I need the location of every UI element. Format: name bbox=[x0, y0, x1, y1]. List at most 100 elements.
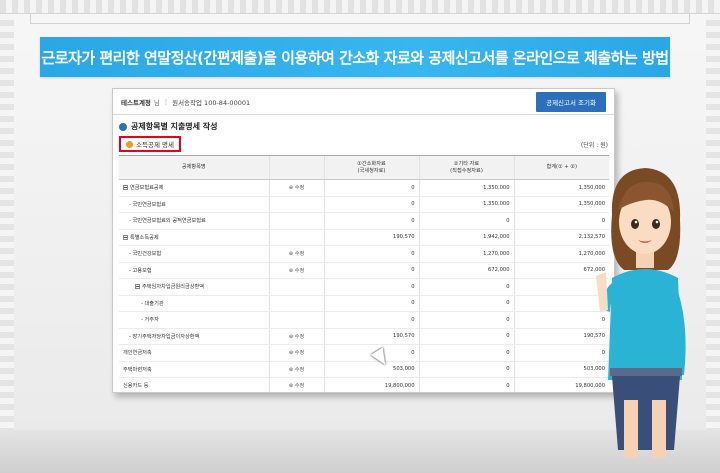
row-edit-action[interactable]: ⊕ 수정 bbox=[268, 344, 324, 362]
row-edit-action bbox=[268, 295, 324, 312]
row-value-b: 0 bbox=[418, 311, 514, 329]
row-item-name: 연금보험료공제 bbox=[119, 179, 269, 197]
row-value-b: 0 bbox=[418, 212, 514, 230]
card-header: 테스트계정 님 | 원서송작업 100-84-00001 공제신고서 조기화 bbox=[113, 89, 614, 115]
row-item-label: - 장기주택저당차입금이자상환액 bbox=[129, 333, 200, 340]
frame-top bbox=[0, 0, 720, 14]
table-row: - 국민건강보험 ⊕ 수정 0 1,270,000 1,270,000 bbox=[119, 245, 609, 263]
row-value-b: 0 bbox=[418, 295, 514, 312]
row-value-b: 0 bbox=[418, 278, 514, 296]
row-item-label: - 거주자 bbox=[141, 317, 159, 324]
row-edit-action bbox=[268, 311, 324, 329]
row-value-a: 190,570 bbox=[323, 229, 419, 246]
section-title: 공제항목별 지출명세 작성 bbox=[119, 121, 614, 132]
collapse-toggle-icon[interactable] bbox=[123, 234, 128, 240]
row-item-name: 개인연금저축 bbox=[119, 344, 269, 362]
row-item-label: - 고용보험 bbox=[129, 267, 152, 274]
row-item-name: 신용카드 등 bbox=[119, 377, 269, 392]
row-value-a: 0 bbox=[323, 295, 419, 312]
row-edit-action[interactable]: ⊕ 수정 bbox=[268, 361, 324, 378]
collapse-toggle-icon[interactable] bbox=[135, 284, 140, 290]
row-edit-action[interactable]: ⊕ 수정 bbox=[268, 377, 324, 392]
highlighted-subtitle: 소득공제 명세 bbox=[119, 136, 181, 152]
row-item-name: - 국민건강보험 bbox=[119, 245, 269, 263]
row-edit-action bbox=[268, 212, 324, 230]
row-edit-action[interactable]: ⊕ 수정 bbox=[268, 262, 324, 279]
row-edit-action[interactable]: ⊕ 수정 bbox=[268, 328, 324, 345]
banner-title: 근로자가 편리한 연말정산(간편제출)을 이용하여 간소화 자료와 공제신고서를… bbox=[41, 48, 669, 67]
collapse-toggle-icon[interactable] bbox=[123, 185, 128, 191]
row-item-name: 주택임차차입금원리금상환액 bbox=[119, 278, 269, 296]
header-other: ②기타 자료 (직접수정자료) bbox=[418, 155, 514, 180]
row-value-a: 0 bbox=[323, 278, 419, 296]
bullet-dot-icon bbox=[119, 122, 127, 131]
subtitle-text: 소득공제 명세 bbox=[136, 141, 174, 149]
row-item-name: - 대출기관 bbox=[119, 295, 269, 312]
row-value-b: 1,350,000 bbox=[418, 179, 514, 197]
row-item-label: - 국민연금보험료외 공적연금보험료 bbox=[129, 218, 206, 225]
table-row: - 고용보험 ⊕ 수정 0 672,000 672,000 bbox=[119, 262, 609, 279]
row-item-label: - 국민연금보험료 bbox=[129, 201, 166, 208]
row-item-label: 신용카드 등 bbox=[123, 383, 149, 390]
row-value-a: 0 bbox=[323, 344, 419, 362]
table-row: - 국민연금보험료외 공적연금보험료 0 0 0 bbox=[119, 212, 609, 230]
title-banner: 근로자가 편리한 연말정산(간편제출)을 이용하여 간소화 자료와 공제신고서를… bbox=[40, 37, 670, 77]
table-row: - 국민연금보험료 0 1,350,000 1,350,000 bbox=[119, 196, 609, 213]
row-value-b: 0 bbox=[418, 377, 514, 392]
table-row: 개인연금저축 ⊕ 수정 0 0 0 bbox=[119, 344, 609, 362]
row-item-label: 주택마련저축 bbox=[123, 366, 152, 373]
user-suffix: 님 bbox=[153, 98, 160, 107]
row-value-b: 1,270,000 bbox=[418, 245, 514, 263]
table-row: - 대출기관000 bbox=[119, 295, 609, 312]
row-value-a: 19,800,000 bbox=[323, 377, 419, 392]
row-item-name: - 국민연금보험료 bbox=[119, 196, 269, 213]
row-item-name: - 국민연금보험료외 공적연금보험료 bbox=[119, 212, 269, 230]
row-value-a: 0 bbox=[323, 196, 419, 213]
row-item-name: - 장기주택저당차입금이자상환액 bbox=[119, 328, 269, 345]
row-item-label: 특별소득공제 bbox=[130, 234, 159, 241]
table-row: 주택마련저축 ⊕ 수정 503,000 0 503,000 bbox=[119, 361, 609, 378]
row-value-b: 0 bbox=[418, 328, 514, 345]
row-edit-action[interactable]: ⊕ 수정 bbox=[268, 245, 324, 263]
row-value-b: 0 bbox=[418, 344, 514, 362]
registration-number: 원서송작업 100-84-00001 bbox=[172, 98, 251, 107]
row-value-a: 503,000 bbox=[323, 361, 419, 378]
table-row: 연금보험료공제 ⊕ 수정 0 1,350,000 1,350,000 bbox=[119, 179, 609, 197]
header-simplified: ①간소화자료 (국세청자료) bbox=[323, 155, 419, 180]
table-header-row: 공제항목명 ①간소화자료 (국세청자료) ②기타 자료 (직접수정자료) 합계(… bbox=[119, 155, 609, 180]
row-value-b: 1,350,000 bbox=[418, 196, 514, 213]
table-row: 신용카드 등 ⊕ 수정 19,800,000 0 19,800,000 bbox=[119, 377, 609, 392]
row-value-a: 0 bbox=[323, 179, 419, 197]
table-row: 특별소득공제 190,570 1,942,000 2,132,570 bbox=[119, 229, 609, 246]
row-item-name: - 거주자 bbox=[119, 311, 269, 329]
screen-card: 테스트계정 님 | 원서송작업 100-84-00001 공제신고서 조기화 공… bbox=[112, 88, 615, 393]
row-item-name: - 고용보험 bbox=[119, 262, 269, 279]
deduction-table: 공제항목명 ①간소화자료 (국세청자료) ②기타 자료 (직접수정자료) 합계(… bbox=[119, 155, 609, 392]
view-deduction-button[interactable]: 공제신고서 조기화 bbox=[536, 91, 606, 112]
row-item-name: 주택마련저축 bbox=[119, 361, 269, 378]
row-edit-action[interactable]: ⊕ 수정 bbox=[268, 179, 324, 197]
table-row: - 거주자 0 0 0 bbox=[119, 311, 609, 329]
user-name: 테스트계정 bbox=[121, 98, 151, 107]
row-item-label: 연금보험료공제 bbox=[130, 185, 164, 192]
row-edit-action bbox=[268, 278, 324, 296]
row-value-b: 1,942,000 bbox=[418, 229, 514, 246]
divider: | bbox=[164, 97, 168, 106]
row-item-label: 개인연금저축 bbox=[123, 350, 152, 357]
header-action bbox=[268, 155, 324, 180]
character-illustration bbox=[596, 168, 686, 458]
row-value-a: 0 bbox=[323, 245, 419, 263]
row-value-a: 0 bbox=[323, 212, 419, 230]
subtitle-row: 소득공제 명세 (단위 : 원) bbox=[119, 136, 608, 152]
circle-bullet-icon bbox=[126, 140, 133, 148]
row-item-label: - 국민건강보험 bbox=[129, 251, 162, 258]
row-value-a: 190,570 bbox=[323, 328, 419, 345]
row-item-label: 주택임차차입금원리금상환액 bbox=[142, 284, 205, 291]
section-title-text: 공제항목별 지출명세 작성 bbox=[131, 122, 218, 131]
unit-note: (단위 : 원) bbox=[580, 141, 608, 149]
row-edit-action bbox=[268, 196, 324, 213]
row-value-a: 0 bbox=[323, 311, 419, 329]
table-row: - 장기주택저당차입금이자상환액 ⊕ 수정 190,570 0 190,570 bbox=[119, 328, 609, 345]
table-row: 주택임차차입금원리금상환액000 bbox=[119, 278, 609, 296]
row-item-label: - 대출기관 bbox=[141, 300, 164, 307]
